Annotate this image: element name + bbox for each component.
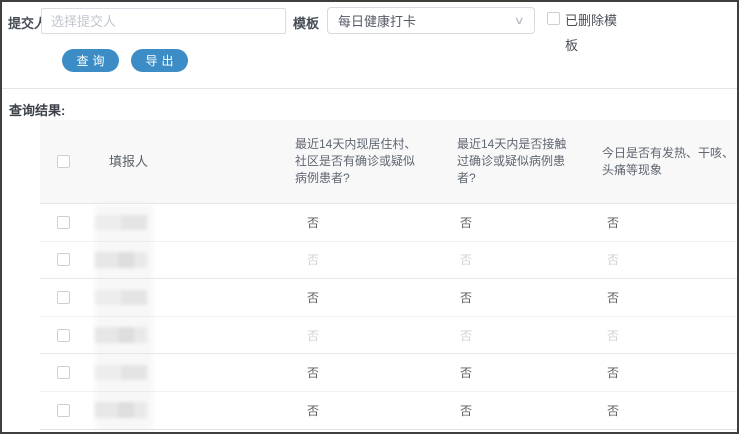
- query-button[interactable]: 查询: [62, 49, 119, 72]
- template-label: 模板: [293, 13, 319, 32]
- reporter-cell: [87, 290, 249, 305]
- reporter-cell: [87, 327, 249, 343]
- app-window: 提交人 模板 每日健康打卡 ∨ 已删除模板 查询 导出 查询结果: 填报人 最近…: [0, 0, 739, 434]
- deleted-template-checkbox[interactable]: [547, 12, 560, 25]
- answer-cell: 否: [597, 214, 737, 231]
- table-row: 否 否 否: [40, 392, 737, 430]
- row-checkbox[interactable]: [57, 216, 70, 229]
- column-header-question3: 今日是否有发热、干咳、头痛等现象: [597, 135, 737, 189]
- row-checkbox[interactable]: [57, 404, 70, 417]
- censored-name: [95, 290, 147, 305]
- answer-cell: 否: [252, 214, 452, 231]
- censored-name: [95, 327, 147, 343]
- answer-cell: 否: [252, 364, 452, 381]
- section-divider: [2, 88, 737, 89]
- table-row: 否 否 否: [40, 242, 737, 280]
- answer-cell: 否: [597, 251, 737, 268]
- answer-cell: 否: [452, 251, 597, 268]
- column-header-reporter: 填报人: [87, 143, 249, 180]
- answer-cell: 否: [597, 364, 737, 381]
- column-header-question2: 最近14天内是否接触过确诊或疑似病例患者?: [452, 126, 597, 197]
- template-select[interactable]: 每日健康打卡 ∨: [327, 7, 535, 34]
- censored-name: [95, 402, 147, 418]
- censored-name: [95, 215, 147, 230]
- reporter-cell: [87, 252, 249, 268]
- reporter-cell: [87, 215, 249, 230]
- table-row: 否 否 否: [40, 317, 737, 355]
- column-header-question1: 最近14天内现居住村、社区是否有确诊或疑似病例患者?: [252, 126, 452, 197]
- table-row: 否 否 否: [40, 354, 737, 392]
- answer-cell: 否: [597, 289, 737, 306]
- answer-cell: 否: [452, 327, 597, 344]
- reporter-cell: [87, 402, 249, 418]
- table-row: 否 否 否: [40, 279, 737, 317]
- results-table: 填报人 最近14天内现居住村、社区是否有确诊或疑似病例患者? 最近14天内是否接…: [40, 120, 737, 430]
- select-all-checkbox[interactable]: [57, 155, 70, 168]
- answer-cell: 否: [597, 327, 737, 344]
- answer-cell: 否: [452, 289, 597, 306]
- censored-name: [95, 365, 147, 380]
- answer-cell: 否: [597, 402, 737, 419]
- export-button[interactable]: 导出: [131, 49, 188, 72]
- table-header-row: 填报人 最近14天内现居住村、社区是否有确诊或疑似病例患者? 最近14天内是否接…: [40, 120, 737, 204]
- chevron-down-icon: ∨: [514, 14, 538, 27]
- row-checkbox[interactable]: [57, 366, 70, 379]
- answer-cell: 否: [452, 364, 597, 381]
- table-body: 否 否 否 否 否 否 否 否 否 否 否: [40, 204, 737, 430]
- answer-cell: 否: [252, 402, 452, 419]
- answer-cell: 否: [452, 214, 597, 231]
- answer-cell: 否: [452, 402, 597, 419]
- deleted-template-label: 已删除模板: [565, 8, 621, 58]
- table-row: 否 否 否: [40, 204, 737, 242]
- row-checkbox[interactable]: [57, 291, 70, 304]
- template-select-value: 每日健康打卡: [328, 11, 517, 30]
- row-checkbox[interactable]: [57, 253, 70, 266]
- answer-cell: 否: [252, 327, 452, 344]
- censored-name: [95, 252, 147, 268]
- submitter-input[interactable]: [41, 8, 286, 34]
- answer-cell: 否: [252, 251, 452, 268]
- results-section-label: 查询结果:: [9, 100, 65, 119]
- reporter-cell: [87, 365, 249, 380]
- answer-cell: 否: [252, 289, 452, 306]
- row-checkbox[interactable]: [57, 329, 70, 342]
